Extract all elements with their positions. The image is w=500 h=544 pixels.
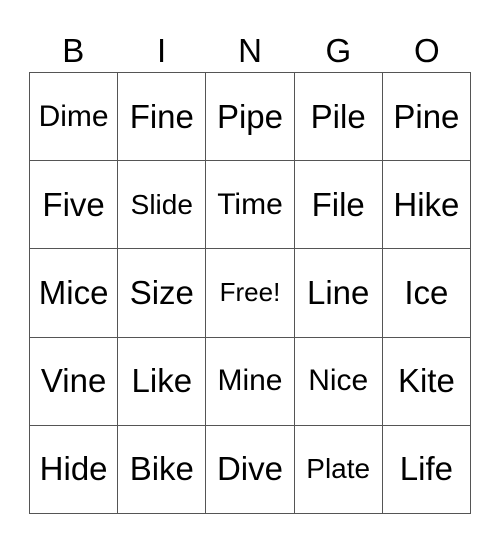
- bingo-cell[interactable]: Hike: [382, 161, 471, 250]
- bingo-cell[interactable]: Five: [30, 161, 119, 250]
- bingo-cell[interactable]: Dime: [30, 73, 119, 162]
- bingo-cell[interactable]: Dive: [206, 425, 295, 514]
- bingo-cell[interactable]: Bike: [118, 425, 207, 514]
- bingo-cell[interactable]: Pine: [382, 73, 471, 162]
- bingo-cell[interactable]: Fine: [118, 73, 207, 162]
- bingo-grid: Dime Fine Pipe Pile Pine Five Slide Time…: [29, 72, 471, 514]
- bingo-cell[interactable]: Pipe: [206, 73, 295, 162]
- header-letter-b: B: [62, 31, 85, 69]
- bingo-cell[interactable]: Mine: [206, 337, 295, 426]
- bingo-cell[interactable]: Line: [294, 249, 383, 338]
- header-letter-n: N: [238, 31, 262, 69]
- bingo-cell[interactable]: Life: [382, 425, 471, 514]
- bingo-cell[interactable]: Pile: [294, 73, 383, 162]
- bingo-cell[interactable]: Size: [118, 249, 207, 338]
- header-letter-i: I: [157, 31, 167, 69]
- bingo-cell[interactable]: Plate: [294, 425, 383, 514]
- bingo-cell[interactable]: Hide: [30, 425, 119, 514]
- free-space-cell[interactable]: Free!: [206, 249, 295, 338]
- header-letter-g: G: [325, 31, 352, 69]
- bingo-cell[interactable]: File: [294, 161, 383, 250]
- bingo-cell[interactable]: Like: [118, 337, 207, 426]
- bingo-cell[interactable]: Vine: [30, 337, 119, 426]
- bingo-header: B I N G O: [29, 28, 471, 72]
- bingo-cell[interactable]: Slide: [118, 161, 207, 250]
- bingo-cell[interactable]: Kite: [382, 337, 471, 426]
- bingo-cell[interactable]: Mice: [30, 249, 119, 338]
- bingo-cell[interactable]: Time: [206, 161, 295, 250]
- header-letter-o: O: [413, 31, 440, 69]
- bingo-cell[interactable]: Ice: [382, 249, 471, 338]
- bingo-cell[interactable]: Nice: [294, 337, 383, 426]
